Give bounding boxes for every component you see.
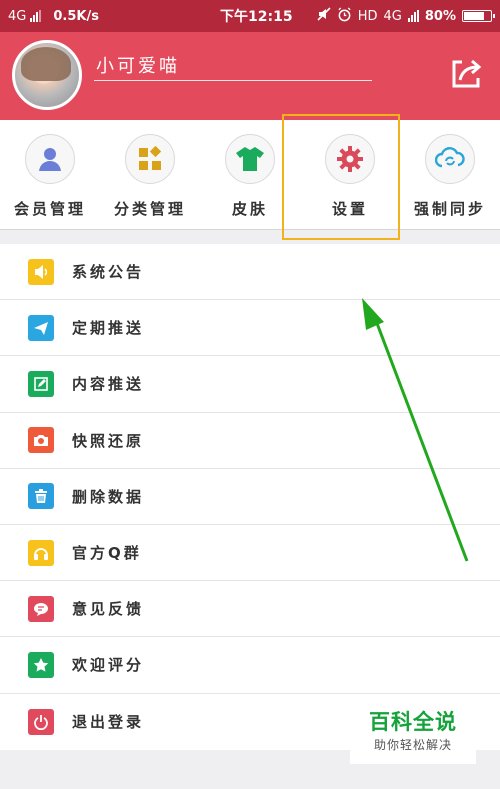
- menu-item-official-group[interactable]: 官方Q群: [0, 525, 500, 582]
- trash-icon: [28, 483, 54, 510]
- menu-item-label: 欢迎评分: [72, 656, 145, 675]
- network-type-2: 4G: [383, 8, 402, 24]
- menu-item-label: 内容推送: [72, 375, 145, 394]
- tool-member-management[interactable]: 会员管理: [0, 134, 100, 219]
- headset-icon: [28, 539, 54, 566]
- network-speed: 0.5K/s: [53, 8, 99, 24]
- camera-icon: [28, 427, 54, 454]
- watermark-title: 百科全说: [369, 710, 457, 734]
- tool-skin[interactable]: 皮肤: [200, 134, 300, 219]
- alarm-icon: [337, 6, 352, 26]
- menu-item-feedback[interactable]: 意见反馈: [0, 581, 500, 638]
- tool-force-sync[interactable]: 强制同步: [400, 134, 500, 219]
- tool-category-management[interactable]: 分类管理: [100, 134, 200, 219]
- tool-label: 分类管理: [113, 200, 186, 218]
- avatar[interactable]: [12, 40, 82, 110]
- menu-list: 系统公告 定期推送 内容推送 快照还原 删除数据 官方Q群 意见反馈 欢迎评分 …: [0, 244, 500, 750]
- menu-item-rate[interactable]: 欢迎评分: [0, 637, 500, 694]
- menu-item-announcement[interactable]: 系统公告: [0, 244, 500, 301]
- username-underline: [94, 80, 372, 81]
- tool-label: 皮肤: [231, 200, 268, 218]
- edit-icon: [28, 370, 54, 397]
- profile-header: 小可爱喵: [0, 32, 500, 120]
- feedback-icon: [28, 595, 54, 622]
- watermark-logo: 百科全说 助你轻松解决: [350, 706, 476, 764]
- sync-icon: [425, 134, 475, 184]
- send-icon: [28, 314, 54, 341]
- menu-item-label: 官方Q群: [72, 544, 142, 563]
- menu-item-label: 定期推送: [72, 319, 145, 338]
- watermark-subtitle: 助你轻松解决: [373, 738, 452, 752]
- menu-item-label: 删除数据: [72, 487, 145, 506]
- menu-item-label: 系统公告: [72, 263, 145, 282]
- menu-item-label: 意见反馈: [72, 600, 145, 619]
- quick-tools: 会员管理 分类管理 皮肤 设置 强制同步: [0, 120, 500, 230]
- category-icon: [125, 134, 175, 184]
- clock: 下午12:15: [220, 9, 293, 25]
- signal-icon: [30, 10, 42, 22]
- menu-item-snapshot-restore[interactable]: 快照还原: [0, 413, 500, 469]
- menu-item-label: 快照还原: [72, 431, 145, 450]
- network-type: 4G: [8, 8, 27, 24]
- power-icon: [28, 708, 54, 735]
- menu-item-label: 退出登录: [72, 713, 145, 732]
- menu-item-scheduled-push[interactable]: 定期推送: [0, 300, 500, 357]
- menu-item-delete-data[interactable]: 删除数据: [0, 469, 500, 525]
- mute-icon: [317, 7, 331, 25]
- status-bar: 4G 0.5K/s 下午12:15 HD 4G 80%: [0, 0, 500, 32]
- battery-percent: 80%: [424, 8, 456, 24]
- tshirt-icon: [225, 134, 275, 184]
- signal-icon-2: [407, 10, 419, 22]
- gear-icon: [325, 134, 375, 184]
- share-icon[interactable]: [448, 56, 484, 92]
- tool-label: 设置: [331, 200, 368, 218]
- tool-label: 强制同步: [413, 200, 486, 218]
- speaker-icon: [28, 258, 54, 285]
- user-icon: [25, 134, 75, 184]
- star-icon: [28, 651, 54, 678]
- username[interactable]: 小可爱喵: [96, 52, 180, 78]
- battery-icon: [462, 10, 495, 22]
- tool-label: 会员管理: [13, 200, 86, 218]
- hd-label: HD: [357, 8, 378, 24]
- menu-item-content-push[interactable]: 内容推送: [0, 356, 500, 413]
- tool-settings[interactable]: 设置: [300, 134, 400, 219]
